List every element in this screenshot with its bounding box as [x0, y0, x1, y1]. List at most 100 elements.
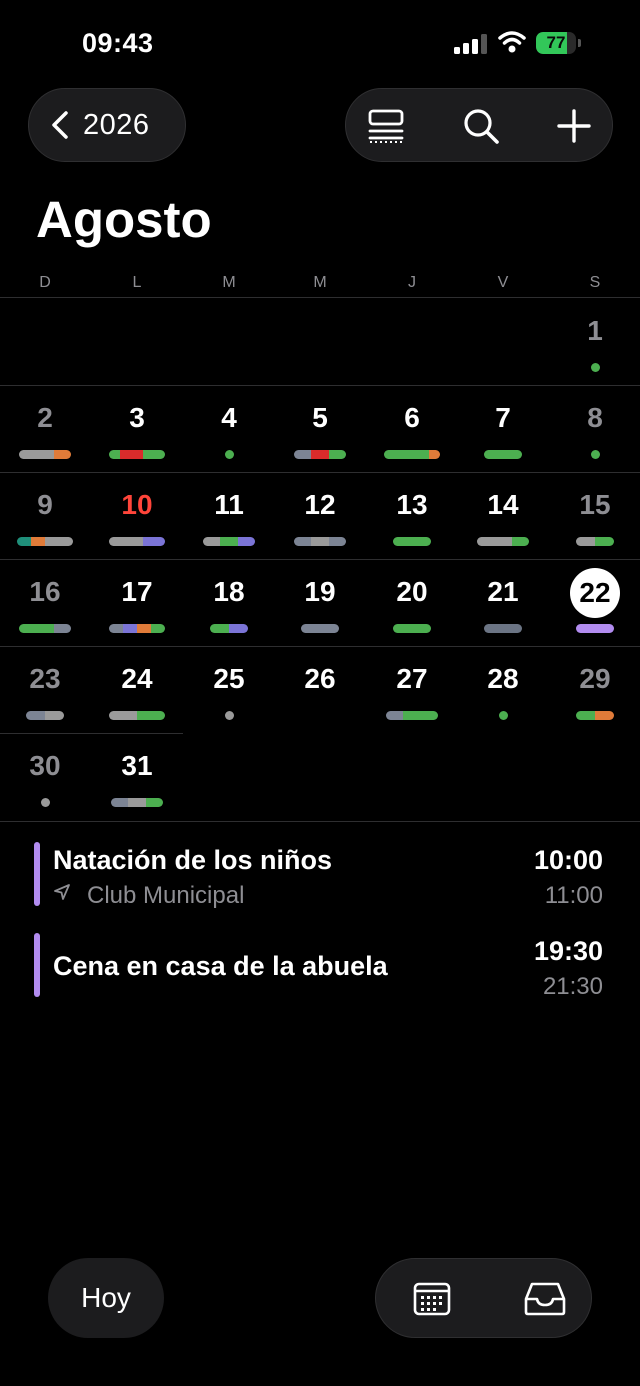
list-view-icon[interactable] — [367, 107, 405, 145]
day-number[interactable]: 7 — [473, 402, 533, 434]
back-to-year-button[interactable]: 2026 — [28, 88, 186, 162]
event-bar-segment — [123, 711, 137, 720]
event-bar — [393, 624, 431, 633]
event-bar-segment — [137, 711, 151, 720]
weekday-label: M — [313, 274, 327, 291]
location-icon — [54, 884, 70, 900]
event-dot — [498, 711, 508, 720]
day-number[interactable]: 8 — [565, 402, 625, 434]
event-bar — [301, 624, 339, 633]
event-end-time: 11:00 — [544, 882, 603, 909]
event-bar — [19, 450, 71, 459]
cellular-signal-icon — [454, 34, 487, 54]
event-bar-segment — [36, 450, 54, 459]
day-number[interactable]: 9 — [15, 489, 75, 521]
event-bar-segment — [109, 537, 121, 546]
inbox-icon[interactable] — [523, 1281, 567, 1317]
event-bar-segment — [311, 537, 329, 546]
day-number[interactable]: 30 — [15, 750, 75, 782]
day-number[interactable]: 21 — [473, 576, 533, 608]
weekday-label: J — [408, 274, 416, 291]
day-number[interactable]: 24 — [107, 663, 167, 695]
today-button[interactable]: Hoy — [48, 1258, 164, 1338]
event-bar-segment — [153, 537, 165, 546]
day-number[interactable]: 16 — [15, 576, 75, 608]
day-number[interactable]: 14 — [473, 489, 533, 521]
day-number[interactable]: 2 — [15, 402, 75, 434]
search-icon[interactable] — [462, 107, 500, 145]
event-bar — [576, 711, 614, 720]
event-bar-segment — [151, 711, 165, 720]
day-number[interactable]: 25 — [199, 663, 259, 695]
event-bar-segment — [595, 624, 614, 633]
day-number[interactable]: 28 — [473, 663, 533, 695]
day-number[interactable]: 29 — [565, 663, 625, 695]
day-number[interactable]: 3 — [107, 402, 167, 434]
event-bar-segment — [128, 798, 146, 807]
event-dot — [590, 450, 600, 459]
event-bar-segment — [19, 450, 37, 459]
day-number[interactable]: 6 — [382, 402, 442, 434]
day-number[interactable]: 5 — [290, 402, 350, 434]
day-number[interactable]: 31 — [107, 750, 167, 782]
weekday-label: L — [132, 274, 142, 291]
day-number[interactable]: 4 — [199, 402, 259, 434]
grid-divider — [0, 733, 183, 734]
day-number[interactable]: 18 — [199, 576, 259, 608]
event-bar-segment — [403, 711, 421, 720]
day-number[interactable]: 19 — [290, 576, 350, 608]
grid-divider — [0, 646, 640, 647]
event-bar-segment — [311, 450, 329, 459]
event-bar-segment — [123, 624, 137, 633]
event-bar-segment — [151, 624, 165, 633]
event-bar-segment — [384, 450, 396, 459]
event-bar-segment — [393, 624, 412, 633]
wifi-icon — [498, 31, 526, 53]
event-bar — [576, 537, 614, 546]
back-button-label: 2026 — [83, 108, 150, 141]
event-bar — [386, 711, 438, 720]
calendar-grid-icon[interactable] — [413, 1281, 451, 1317]
event-bar — [484, 624, 522, 633]
event-bar-segment — [503, 450, 522, 459]
event-bar-segment — [494, 537, 512, 546]
day-number[interactable]: 17 — [107, 576, 167, 608]
event-bar — [109, 711, 165, 720]
event-dot — [224, 711, 234, 720]
event-bar-segment — [386, 711, 404, 720]
grid-divider — [0, 297, 640, 298]
event-bar-segment — [137, 624, 151, 633]
event-start-time: 19:30 — [533, 936, 603, 966]
event-bar — [477, 537, 529, 546]
weekday-label: S — [589, 274, 601, 291]
day-number[interactable]: 20 — [382, 576, 442, 608]
event-bar-segment — [142, 450, 154, 459]
event-bar-segment — [131, 450, 143, 459]
event-bar-segment — [120, 450, 132, 459]
day-number[interactable]: 1 — [565, 315, 625, 347]
day-number[interactable]: 13 — [382, 489, 442, 521]
day-number[interactable]: 15 — [565, 489, 625, 521]
day-number[interactable]: 26 — [290, 663, 350, 695]
event-bar-segment — [294, 450, 312, 459]
event-bar-segment — [109, 711, 123, 720]
event-bar-segment — [412, 624, 431, 633]
day-number[interactable]: 11 — [199, 489, 259, 521]
event-bar-segment — [294, 537, 312, 546]
day-number[interactable]: 12 — [290, 489, 350, 521]
event-bar-segment — [406, 450, 418, 459]
event-bar-segment — [131, 537, 143, 546]
event-bar-segment — [220, 537, 238, 546]
event-dot — [40, 798, 50, 807]
day-number[interactable]: 27 — [382, 663, 442, 695]
plus-icon[interactable] — [555, 107, 593, 145]
event-bar-segment — [145, 798, 163, 807]
event-bar-segment — [45, 711, 64, 720]
day-number[interactable]: 23 — [15, 663, 75, 695]
day-number[interactable]: 10 — [107, 489, 167, 521]
event-bar — [17, 537, 73, 546]
selected-day-circle[interactable]: 22 — [570, 568, 620, 618]
grid-divider — [0, 821, 640, 822]
event-bar-segment — [153, 450, 165, 459]
event-title: Natación de los niños — [53, 845, 333, 875]
